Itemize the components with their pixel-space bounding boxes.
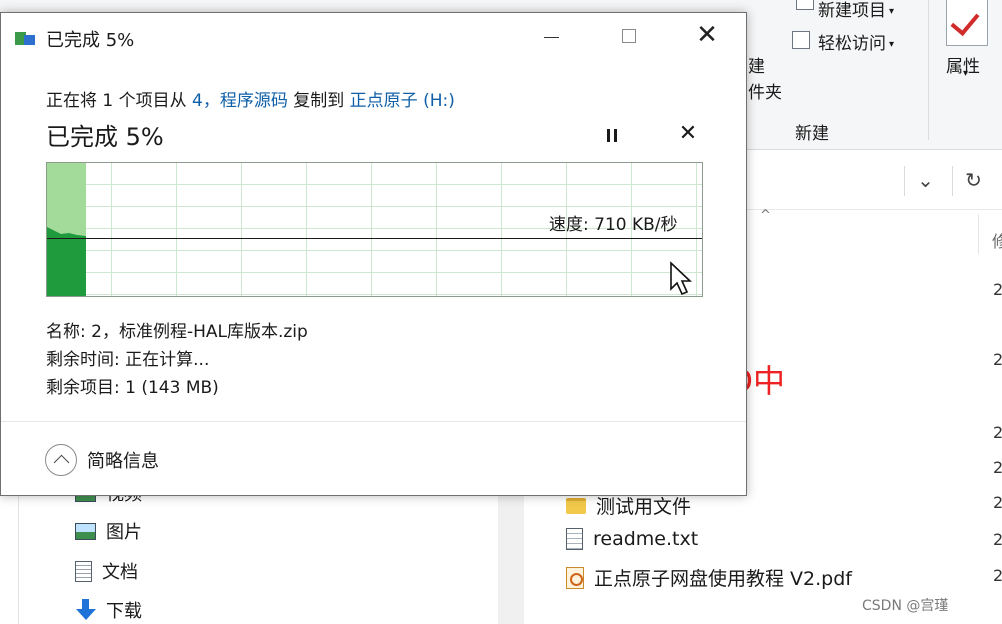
pdf-file-icon (566, 566, 584, 589)
cancel-copy-button[interactable]: ✕ (676, 121, 700, 147)
source-folder-link[interactable]: 4，程序源码 (192, 91, 288, 111)
speed-graph: 速度: 710 KB/秒 (46, 162, 703, 297)
less-details-toggle[interactable]: 简略信息 (45, 444, 159, 476)
less-details-label: 简略信息 (87, 451, 159, 472)
new-folder-label-line1[interactable]: 建 (748, 52, 765, 77)
chevron-up-icon[interactable] (45, 444, 77, 476)
copy-description: 正在将 1 个项目从 4，程序源码 复制到 正点原子 (H:) (46, 91, 455, 111)
check-icon (950, 5, 980, 37)
text-file-icon (566, 528, 583, 550)
dialog-titlebar[interactable]: 已完成 5% ✕ (1, 13, 746, 61)
items-remaining-line: 剩余项目: 1 (143 MB) (46, 378, 219, 398)
nav-item-pictures[interactable]: 图片 (75, 518, 142, 544)
speed-label: 速度: 710 KB/秒 (549, 215, 678, 235)
sort-ascending-icon[interactable]: ^ (760, 208, 771, 223)
download-icon (75, 599, 96, 621)
nav-item-documents[interactable]: 文档 (75, 558, 138, 584)
file-name-line: 名称: 2，标准例程-HAL库版本.zip (46, 322, 308, 342)
close-button[interactable]: ✕ (684, 13, 730, 59)
column-header-modified[interactable]: 修 (992, 228, 1002, 252)
row-date: 2 (993, 530, 1002, 549)
properties-caret-icon: ▾ (963, 68, 969, 79)
folder-icon (566, 497, 586, 514)
easy-access-button[interactable]: 轻松访问 ▾ (818, 29, 894, 54)
maximize-icon (622, 29, 636, 43)
row-date: 2 (993, 458, 1002, 477)
row-date: 2 (993, 493, 1002, 512)
minimize-button[interactable] (529, 13, 575, 59)
row-date: 2 (993, 280, 1002, 299)
watermark: CSDN @宫瑾 (862, 598, 949, 614)
file-row[interactable]: 测试用文件 (566, 492, 691, 519)
target-drive-link[interactable]: 正点原子 (H:) (350, 91, 455, 111)
minimize-icon (544, 37, 559, 38)
copy-progress-dialog: 已完成 5% ✕ 正在将 1 个项目从 4，程序源码 复制到 正点原子 (H:)… (0, 12, 747, 496)
row-date: 2 (993, 423, 1002, 442)
group-new-label: 新建 (795, 124, 829, 144)
properties-icon[interactable] (946, 0, 988, 46)
column-separator[interactable] (978, 214, 979, 254)
address-dropdown-icon[interactable]: ⌄ (904, 166, 946, 196)
pause-button[interactable] (601, 124, 623, 146)
document-icon (75, 560, 92, 582)
dialog-title: 已完成 5% (46, 30, 135, 51)
ribbon-separator (928, 0, 929, 140)
file-row[interactable]: 正点原子网盘使用教程 V2.pdf (566, 564, 852, 591)
current-speed-line (47, 238, 702, 239)
picture-icon (75, 522, 96, 540)
new-item-button[interactable]: 新建项目 ▾ (818, 0, 894, 21)
row-date: 2 (993, 350, 1002, 369)
new-folder-label-line2[interactable]: 件夹 (748, 78, 782, 103)
easy-access-icon (792, 31, 810, 49)
speed-area (47, 239, 86, 296)
row-date: 2 (993, 566, 1002, 585)
dialog-divider (1, 421, 746, 422)
copy-app-icon (15, 30, 37, 46)
mouse-cursor-icon (670, 261, 693, 296)
new-item-icon (796, 0, 814, 10)
time-remaining-line: 剩余时间: 正在计算... (46, 350, 210, 370)
maximize-button[interactable] (606, 13, 652, 59)
progress-title: 已完成 5% (46, 123, 164, 151)
refresh-icon[interactable]: ↻ (952, 166, 994, 196)
file-row[interactable]: readme.txt (566, 528, 698, 550)
nav-item-downloads[interactable]: 下载 (75, 597, 142, 623)
